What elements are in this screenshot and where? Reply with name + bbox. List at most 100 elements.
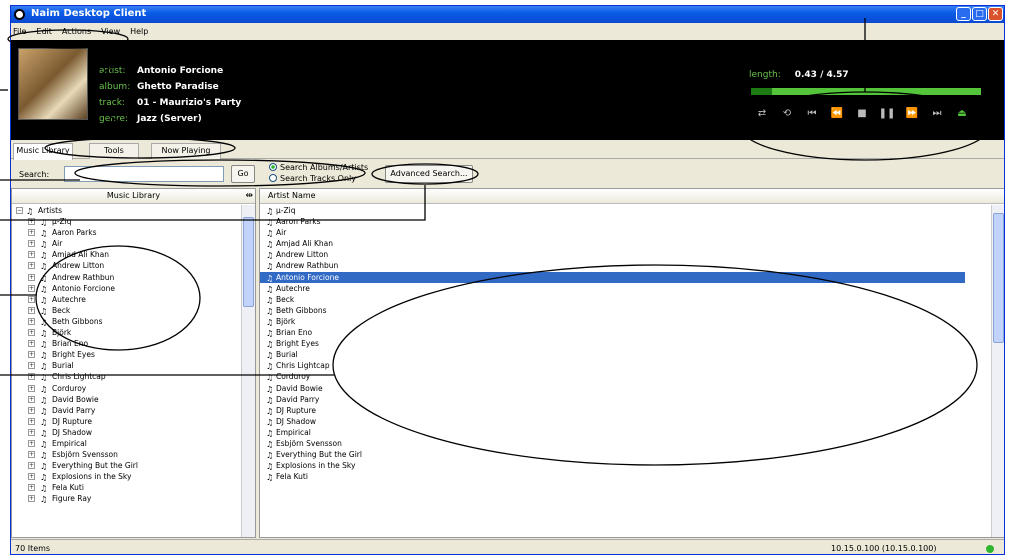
tree-item-artist[interactable]: + ♫ Figure Ray — [12, 493, 242, 504]
list-item[interactable]: ♫ DJ Shadow — [260, 416, 990, 427]
tree-item-artist[interactable]: + ♫ Andrew Rathbun — [12, 272, 242, 283]
tree-item-artist[interactable]: + ♫ DJ Shadow — [12, 427, 242, 438]
expand-icon[interactable]: + — [28, 484, 35, 492]
scrollbar-thumb[interactable] — [243, 217, 254, 307]
list-item[interactable]: ♫ Burial — [260, 349, 990, 360]
menu-edit[interactable]: Edit — [36, 27, 52, 36]
list-item[interactable]: ♫ Andrew Litton — [260, 249, 990, 260]
expand-icon[interactable]: + — [28, 473, 35, 481]
advanced-search-button[interactable]: Advanced Search... — [385, 165, 473, 183]
tree-item-artist[interactable]: + ♫ Andrew Litton — [12, 260, 242, 271]
list-item[interactable]: ♫ Amjad Ali Khan — [260, 238, 990, 249]
first-track-button[interactable]: ⏮ — [803, 105, 821, 123]
radio-search-tracks[interactable]: Search Tracks Only — [269, 174, 356, 183]
list-item[interactable]: ♫ Brian Eno — [260, 327, 990, 338]
expand-icon[interactable]: + — [28, 218, 35, 226]
rewind-button[interactable]: ⏪ — [828, 105, 846, 123]
repeat-button[interactable]: ⟲ — [778, 105, 796, 123]
search-input[interactable] — [64, 166, 224, 182]
list-item[interactable]: ♫ µ-Ziq — [260, 205, 990, 216]
stop-button[interactable]: ■ — [853, 105, 871, 123]
expand-icon[interactable]: + — [28, 317, 35, 325]
tree-item-artist[interactable]: + ♫ David Parry — [12, 405, 242, 416]
expand-icon[interactable]: + — [28, 384, 35, 392]
scrollbar-thumb[interactable] — [993, 213, 1004, 343]
expand-icon[interactable]: + — [28, 251, 35, 259]
tree-item-artist[interactable]: + ♫ Explosions in the Sky — [12, 471, 242, 482]
tree-item-artist[interactable]: + ♫ Everything But the Girl — [12, 460, 242, 471]
menu-file[interactable]: File — [13, 27, 26, 36]
expand-icon[interactable]: + — [28, 340, 35, 348]
expand-icon[interactable]: + — [28, 229, 35, 237]
expand-icon[interactable]: + — [28, 417, 35, 425]
expand-icon[interactable]: + — [28, 284, 35, 292]
expand-icon[interactable]: + — [28, 362, 35, 370]
title-bar[interactable]: Naim Desktop Client _ □ ✕ — [11, 6, 1004, 23]
list-item[interactable]: ♫ Everything But the Girl — [260, 449, 990, 460]
expand-icon[interactable]: + — [28, 262, 35, 270]
list-item[interactable]: ♫ Aaron Parks — [260, 216, 990, 227]
list-item[interactable]: ♫ Andrew Rathbun — [260, 260, 990, 271]
library-scrollbar[interactable] — [241, 205, 255, 537]
tree-root-artists[interactable]: − ♫ Artists — [12, 205, 242, 216]
collapse-icon[interactable]: − — [16, 207, 23, 214]
list-item[interactable]: ♫ Björk — [260, 316, 990, 327]
maximize-button[interactable]: □ — [972, 7, 987, 21]
artist-list-header[interactable]: Artist Name — [260, 189, 1004, 204]
radio-search-albums[interactable]: Search Albums/Artists — [269, 163, 368, 172]
tree-item-artist[interactable]: + ♫ David Bowie — [12, 394, 242, 405]
tree-item-artist[interactable]: + ♫ Esbjörn Svensson — [12, 449, 242, 460]
tree-item-artist[interactable]: + ♫ Beck — [12, 305, 242, 316]
tab-music-library[interactable]: Music Library — [13, 143, 73, 160]
expand-icon[interactable]: + — [28, 295, 35, 303]
tree-item-artist[interactable]: + ♫ Aaron Parks — [12, 227, 242, 238]
expand-icon[interactable]: + — [28, 439, 35, 447]
tab-tools[interactable]: Tools — [89, 143, 139, 159]
tree-item-artist[interactable]: + ♫ µ-Ziq — [12, 216, 242, 227]
tree-item-artist[interactable]: + ♫ Burial — [12, 360, 242, 371]
tree-item-artist[interactable]: + ♫ Bright Eyes — [12, 349, 242, 360]
tree-item-artist[interactable]: + ♫ DJ Rupture — [12, 416, 242, 427]
tree-item-artist[interactable]: + ♫ Beth Gibbons — [12, 316, 242, 327]
menu-help[interactable]: Help — [130, 27, 148, 36]
list-item[interactable]: ♫ Corduroy — [260, 371, 990, 382]
tab-now-playing[interactable]: Now Playing — [151, 143, 221, 159]
list-item[interactable]: ♫ Esbjörn Svensson — [260, 438, 990, 449]
tree-item-artist[interactable]: + ♫ Autechre — [12, 294, 242, 305]
expand-icon[interactable]: + — [28, 495, 35, 503]
expand-icon[interactable]: + — [28, 406, 35, 414]
eject-button[interactable]: ⏏ — [953, 105, 971, 123]
minimize-button[interactable]: _ — [956, 7, 971, 21]
list-item[interactable]: ♫ David Bowie — [260, 383, 990, 394]
shuffle-button[interactable]: ⇄ — [753, 105, 771, 123]
expand-icon[interactable]: + — [28, 373, 35, 381]
list-item[interactable]: ♫ DJ Rupture — [260, 405, 990, 416]
go-button[interactable]: Go — [231, 165, 255, 183]
list-item[interactable]: ♫ Fela Kuti — [260, 471, 990, 482]
menu-view[interactable]: View — [101, 27, 120, 36]
tree-item-artist[interactable]: + ♫ Fela Kuti — [12, 482, 242, 493]
expand-icon[interactable]: + — [28, 395, 35, 403]
expand-icon[interactable]: + — [28, 451, 35, 459]
menu-actions[interactable]: Actions — [62, 27, 91, 36]
list-item[interactable]: ♫ Bright Eyes — [260, 338, 990, 349]
list-item[interactable]: ♫ Autechre — [260, 283, 990, 294]
expand-icon[interactable]: + — [28, 462, 35, 470]
expand-icon[interactable]: + — [28, 240, 35, 248]
tree-item-artist[interactable]: + ♫ Antonio Forcione — [12, 283, 242, 294]
tree-item-artist[interactable]: + ♫ Air — [12, 238, 242, 249]
last-track-button[interactable]: ⏭ — [928, 105, 946, 123]
track-progress-bar[interactable] — [751, 88, 981, 95]
list-item[interactable]: ♫ Air — [260, 227, 990, 238]
list-item[interactable]: ♫ Chris Lightcap — [260, 360, 990, 371]
expand-icon[interactable]: + — [28, 329, 35, 337]
expand-icon[interactable]: + — [28, 351, 35, 359]
expand-icon[interactable]: + — [28, 306, 35, 314]
list-item[interactable]: ♫ David Parry — [260, 394, 990, 405]
list-item[interactable]: ♫ Beck — [260, 294, 990, 305]
expand-icon[interactable]: + — [28, 428, 35, 436]
list-item[interactable]: ♫ Beth Gibbons — [260, 305, 990, 316]
list-item[interactable]: ♫ Antonio Forcione — [260, 271, 965, 283]
tree-item-artist[interactable]: + ♫ Björk — [12, 327, 242, 338]
pause-button[interactable]: ❚❚ — [878, 105, 896, 123]
